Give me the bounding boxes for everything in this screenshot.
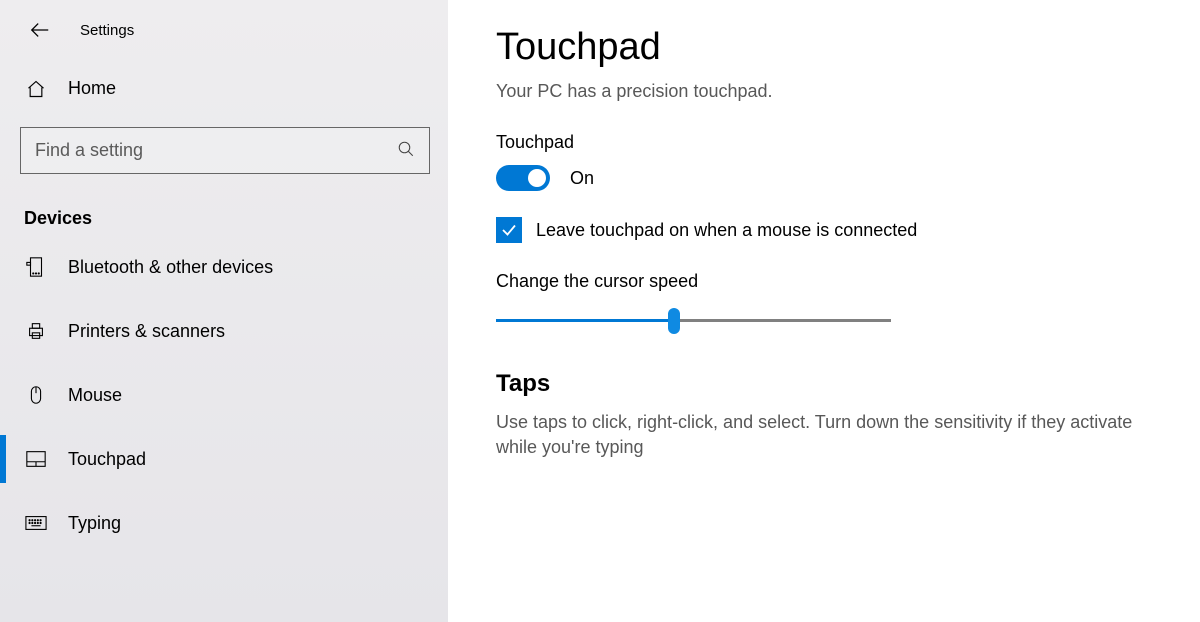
arrow-left-icon xyxy=(29,19,51,41)
sidebar-item-label: Bluetooth & other devices xyxy=(68,257,273,278)
touchpad-toggle[interactable] xyxy=(496,165,550,191)
leave-touchpad-on-row: Leave touchpad on when a mouse is connec… xyxy=(496,217,1180,243)
cursor-speed-slider[interactable] xyxy=(496,308,891,334)
page-subtitle: Your PC has a precision touchpad. xyxy=(496,81,1180,102)
home-label: Home xyxy=(68,78,116,99)
touchpad-toggle-label: Touchpad xyxy=(496,132,1180,153)
sidebar-item-typing[interactable]: Typing xyxy=(0,491,448,555)
search-icon xyxy=(397,140,415,162)
bluetooth-devices-icon xyxy=(24,256,48,278)
sidebar-item-label: Typing xyxy=(68,513,121,534)
sidebar-item-label: Touchpad xyxy=(68,449,146,470)
printer-icon xyxy=(24,320,48,342)
sidebar-item-mouse[interactable]: Mouse xyxy=(0,363,448,427)
back-button[interactable] xyxy=(28,18,52,42)
sidebar-item-bluetooth[interactable]: Bluetooth & other devices xyxy=(0,235,448,299)
cursor-speed-label: Change the cursor speed xyxy=(496,271,1180,292)
slider-thumb xyxy=(668,308,680,334)
sidebar-section-title: Devices xyxy=(0,184,448,235)
search-row: Find a setting xyxy=(0,117,448,184)
search-input[interactable]: Find a setting xyxy=(20,127,430,174)
home-icon xyxy=(24,79,48,99)
taps-description: Use taps to click, right-click, and sele… xyxy=(496,410,1136,460)
leave-touchpad-on-label: Leave touchpad on when a mouse is connec… xyxy=(536,220,917,241)
sidebar-item-touchpad[interactable]: Touchpad xyxy=(0,427,448,491)
taps-heading: Taps xyxy=(496,370,1180,398)
leave-touchpad-on-checkbox[interactable] xyxy=(496,217,522,243)
toggle-thumb xyxy=(528,169,546,187)
main-content: Touchpad Your PC has a precision touchpa… xyxy=(448,0,1200,622)
page-title: Touchpad xyxy=(496,26,1180,69)
keyboard-icon xyxy=(24,515,48,531)
sidebar-item-label: Mouse xyxy=(68,385,122,406)
touchpad-toggle-row: On xyxy=(496,165,1180,191)
mouse-icon xyxy=(24,384,48,406)
app-title: Settings xyxy=(80,22,134,39)
slider-fill xyxy=(496,319,674,322)
check-icon xyxy=(500,221,518,239)
toggle-state-label: On xyxy=(570,168,594,189)
sidebar-item-label: Printers & scanners xyxy=(68,321,225,342)
sidebar: Settings Home Find a setting Devices xyxy=(0,0,448,622)
sidebar-item-printers[interactable]: Printers & scanners xyxy=(0,299,448,363)
home-nav-item[interactable]: Home xyxy=(0,60,448,117)
search-placeholder: Find a setting xyxy=(35,140,397,161)
touchpad-icon xyxy=(24,449,48,469)
header-row: Settings xyxy=(0,0,448,60)
